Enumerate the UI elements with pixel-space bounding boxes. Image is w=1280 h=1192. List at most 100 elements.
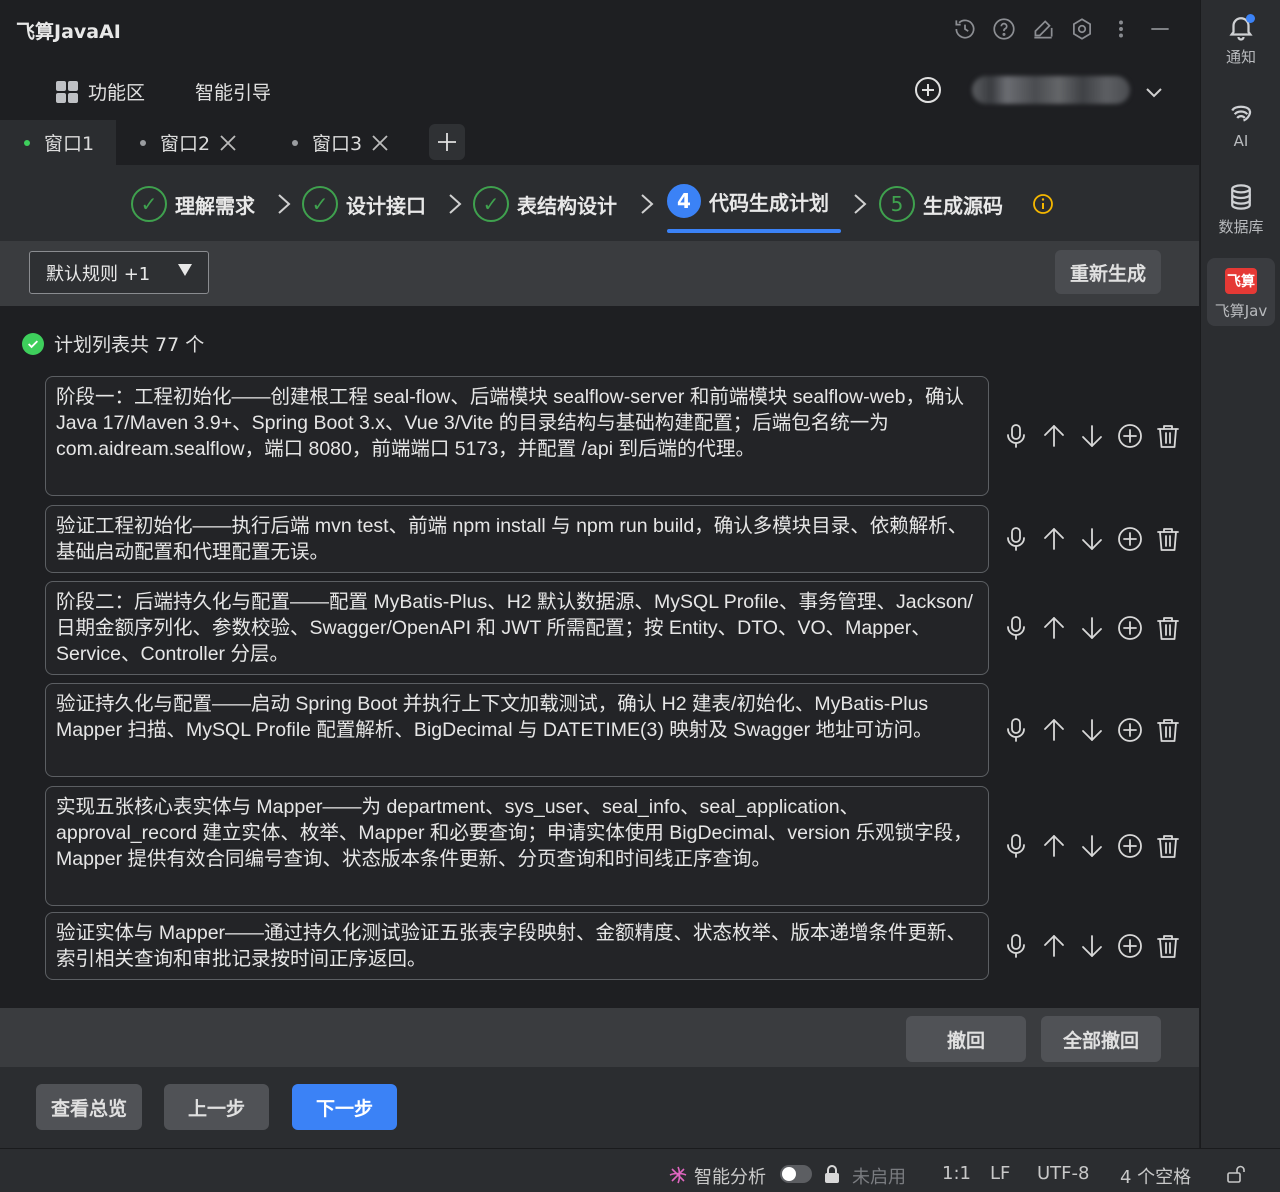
arrow-up-icon[interactable] (1035, 522, 1073, 556)
add-circle-icon[interactable] (1111, 522, 1149, 556)
trash-icon[interactable] (1149, 829, 1184, 863)
plan-item-text[interactable]: 阶段二：后端持久化与配置——配置 MyBatis-Plus、H2 默认数据源、M… (45, 581, 989, 675)
grid-icon (56, 80, 78, 103)
add-circle-icon[interactable] (1111, 419, 1149, 453)
trash-icon[interactable] (1149, 929, 1184, 963)
bottom-bar: 查看总览 上一步 下一步 (0, 1067, 1199, 1148)
arrow-down-icon[interactable] (1073, 929, 1111, 963)
ai-analysis-label: 智能分析 (694, 1167, 766, 1188)
plan-item-text[interactable]: 验证实体与 Mapper——通过持久化测试验证五张表字段映射、金额精度、状态枚举… (45, 912, 989, 980)
plan-item-actions (997, 522, 1184, 556)
indent-setting[interactable]: 4 个空格 (1120, 1163, 1191, 1189)
arrow-down-icon[interactable] (1073, 829, 1111, 863)
plan-item-text[interactable]: 阶段一：工程初始化——创建根工程 seal-flow、后端模块 sealflow… (45, 376, 989, 496)
arrow-up-icon[interactable] (1035, 929, 1073, 963)
view-overview-button[interactable]: 查看总览 (36, 1084, 142, 1130)
arrow-down-icon[interactable] (1073, 611, 1111, 645)
step-generate-source[interactable]: 5 生成源码 (879, 185, 1003, 223)
step-code-gen-plan[interactable]: 4 代码生成计划 (667, 182, 829, 220)
user-account-blurred[interactable] (972, 76, 1130, 104)
undo-button[interactable]: 撤回 (906, 1016, 1026, 1062)
ai-analysis-icon (669, 1166, 687, 1184)
plan-item-actions (997, 829, 1184, 863)
tab-window-2[interactable]: 窗口2 (140, 120, 238, 165)
close-icon[interactable] (218, 133, 238, 153)
arrow-up-icon[interactable] (1035, 419, 1073, 453)
next-step-button[interactable]: 下一步 (292, 1084, 397, 1130)
arrow-up-icon[interactable] (1035, 713, 1073, 747)
tab-window-3[interactable]: 窗口3 (292, 120, 390, 165)
previous-step-button[interactable]: 上一步 (164, 1084, 269, 1130)
add-circle-icon[interactable] (1111, 713, 1149, 747)
plus-icon (438, 133, 456, 151)
regenerate-button[interactable]: 重新生成 (1055, 250, 1161, 294)
step-understand-requirements[interactable]: ✓ 理解需求 (131, 185, 255, 223)
step-label: 生成源码 (923, 193, 1003, 218)
rules-select[interactable]: 默认规则 +1 (29, 251, 209, 294)
active-step-underline (667, 229, 841, 233)
unlock-icon[interactable] (1225, 1163, 1247, 1185)
settings-icon[interactable] (1062, 14, 1101, 44)
function-area-button[interactable]: 功能区 (56, 78, 145, 105)
trash-icon[interactable] (1149, 522, 1184, 556)
smart-guide-button[interactable]: 智能引导 (195, 78, 271, 105)
feisuan-logo: 飞算 (1225, 268, 1257, 294)
plugin-label[interactable]: 飞算Jav (1201, 300, 1280, 321)
arrow-down-icon[interactable] (1073, 419, 1111, 453)
microphone-icon[interactable] (997, 611, 1035, 645)
arrow-down-icon[interactable] (1073, 522, 1111, 556)
history-icon[interactable] (945, 14, 984, 44)
function-area-label: 功能区 (88, 82, 146, 104)
ai-analysis-toggle[interactable] (780, 1165, 812, 1183)
undo-all-button[interactable]: 全部撤回 (1041, 1016, 1161, 1062)
trash-icon[interactable] (1149, 713, 1184, 747)
plan-list[interactable]: 阶段一：工程初始化——创建根工程 seal-flow、后端模块 sealflow… (44, 376, 1184, 990)
database-label: 数据库 (1218, 218, 1264, 236)
trash-icon[interactable] (1149, 611, 1184, 645)
trash-icon[interactable] (1149, 419, 1184, 453)
plan-item-text[interactable]: 验证工程初始化——执行后端 mvn test、前端 npm install 与 … (45, 505, 989, 573)
ai-swirl-icon (1231, 105, 1252, 122)
dropdown-triangle-icon (178, 264, 192, 276)
add-circle-icon[interactable] (1111, 829, 1149, 863)
add-circle-icon[interactable] (914, 76, 942, 104)
ai-button[interactable]: AI (1201, 98, 1280, 150)
close-icon[interactable] (370, 133, 390, 153)
step-design-api[interactable]: ✓ 设计接口 (302, 185, 426, 223)
notifications-button[interactable]: 通知 (1201, 12, 1280, 67)
microphone-icon[interactable] (997, 522, 1035, 556)
check-icon: ✓ (131, 186, 167, 222)
plan-item-text[interactable]: 验证持久化与配置——启动 Spring Boot 并执行上下文加载测试，确认 H… (45, 683, 989, 777)
plan-item-actions (997, 713, 1184, 747)
undo-bar: 撤回 全部撤回 (0, 1008, 1199, 1067)
add-circle-icon[interactable] (1111, 611, 1149, 645)
title-bar: 飞算JavaAI (0, 0, 1199, 58)
tab-window-1[interactable]: 窗口1 (0, 120, 116, 165)
database-button[interactable]: 数据库 (1201, 182, 1280, 237)
step-table-design[interactable]: ✓ 表结构设计 (473, 185, 617, 223)
arrow-down-icon[interactable] (1073, 713, 1111, 747)
edit-icon[interactable] (1023, 14, 1062, 44)
step-label: 代码生成计划 (709, 190, 829, 215)
add-tab-button[interactable] (429, 124, 465, 160)
microphone-icon[interactable] (997, 829, 1035, 863)
info-icon[interactable] (1032, 193, 1054, 215)
chevron-down-icon[interactable] (1142, 80, 1166, 104)
plan-count-text: 计划列表共 77 个 (54, 334, 205, 356)
more-icon[interactable] (1101, 14, 1140, 44)
arrow-up-icon[interactable] (1035, 829, 1073, 863)
plan-item-text[interactable]: 实现五张核心表实体与 Mapper——为 department、sys_user… (45, 786, 989, 906)
microphone-icon[interactable] (997, 419, 1035, 453)
database-icon (1231, 184, 1251, 210)
rules-select-value: 默认规则 +1 (46, 263, 151, 285)
microphone-icon[interactable] (997, 713, 1035, 747)
file-encoding[interactable]: UTF-8 (1037, 1163, 1089, 1184)
minimize-icon[interactable] (1140, 14, 1179, 44)
add-circle-icon[interactable] (1111, 929, 1149, 963)
line-ending[interactable]: LF (990, 1163, 1010, 1184)
chevron-right-icon (854, 194, 867, 214)
arrow-up-icon[interactable] (1035, 611, 1073, 645)
microphone-icon[interactable] (997, 929, 1035, 963)
help-icon[interactable] (984, 14, 1023, 44)
cursor-position[interactable]: 1:1 (942, 1163, 971, 1184)
